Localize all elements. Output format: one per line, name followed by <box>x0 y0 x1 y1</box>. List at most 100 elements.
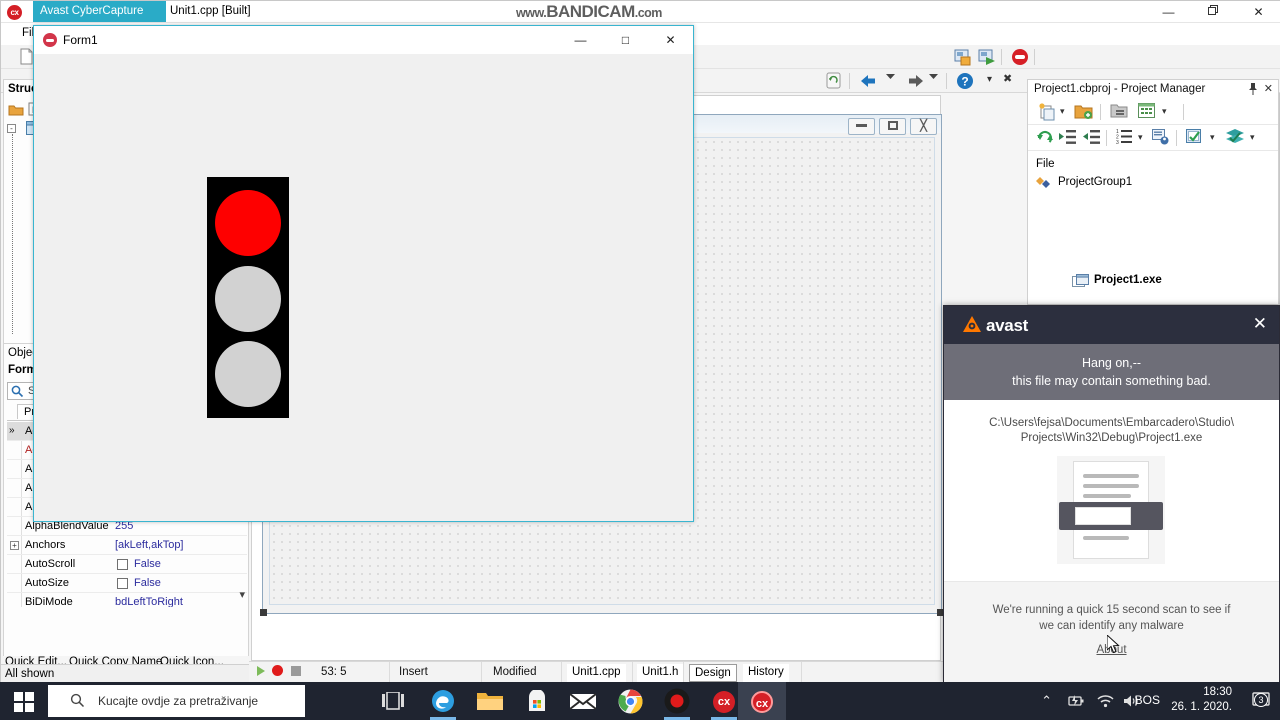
insert-mode: Insert <box>399 666 428 678</box>
clock-date[interactable]: 26. 1. 2020. <box>1166 701 1232 713</box>
refresh-icon[interactable] <box>825 72 843 90</box>
panel-menu-icon[interactable]: ▾ <box>987 74 992 85</box>
battery-icon[interactable] <box>1067 694 1085 711</box>
property-name: AutoScroll <box>25 558 76 570</box>
build-config-icon[interactable] <box>1138 103 1155 121</box>
form1-close-button[interactable]: ✕ <box>648 26 693 54</box>
clock-time[interactable]: 18:30 <box>1166 686 1232 698</box>
folder-view-icon[interactable] <box>1110 103 1128 122</box>
action-center-icon[interactable]: 3 <box>1252 691 1272 711</box>
ide-close-button[interactable]: ✕ <box>1236 1 1280 23</box>
property-checkbox[interactable] <box>117 559 128 570</box>
taskbar-app-microsoft-store[interactable] <box>514 682 560 720</box>
add-folder-icon[interactable] <box>1074 103 1093 123</box>
expand-all-icon[interactable] <box>1059 129 1077 148</box>
project-manager-file-header: File <box>1036 158 1055 170</box>
navigate-back-icon[interactable] <box>861 72 885 90</box>
taskbar-app-file-explorer[interactable] <box>467 682 513 720</box>
form1-minimize-button[interactable]: — <box>558 26 603 54</box>
ide-maximize-button[interactable] <box>1191 1 1236 23</box>
ide-minimize-button[interactable]: — <box>1146 1 1191 23</box>
notification-count-badge: 3 <box>1254 693 1268 707</box>
taskbar-search-input[interactable]: Kucajte ovdje za pretraživanje <box>48 685 305 717</box>
avast-dialog-footer: We're running a quick 15 second scan to … <box>944 581 1279 682</box>
property-checkbox[interactable] <box>117 578 128 589</box>
avast-cybercapture-tab[interactable]: Avast CyberCapture <box>33 1 166 22</box>
taskbar-app-edge[interactable] <box>420 682 466 720</box>
property-row[interactable]: AutoSize False <box>7 574 247 593</box>
cppbuilder-app-icon: cx <box>7 5 22 20</box>
traffic-light-yellow[interactable] <box>215 266 281 332</box>
form1-window[interactable]: Form1 — □ ✕ <box>33 25 694 522</box>
design-resize-handle-bl[interactable] <box>260 609 267 616</box>
design-form-minimize-button[interactable] <box>848 118 875 135</box>
structure-toolbar-icon[interactable] <box>8 102 24 119</box>
wifi-icon[interactable] <box>1097 694 1114 711</box>
taskview-button[interactable] <box>370 682 416 720</box>
taskbar-app-mail[interactable] <box>560 682 606 720</box>
stop-debug-icon[interactable] <box>1011 48 1029 66</box>
help-icon[interactable]: ? <box>956 72 974 90</box>
tree-item-label: Project1.exe <box>1094 274 1162 286</box>
build-dropdown-icon[interactable]: ▾ <box>1210 132 1215 143</box>
svg-text:?: ? <box>961 75 968 89</box>
sort-dropdown-icon[interactable]: ▾ <box>1138 132 1143 143</box>
record-breakpoint-icon[interactable] <box>272 665 283 676</box>
tree-item-project1-exe[interactable]: Project1.exe <box>1072 274 1162 287</box>
taskbar-search-placeholder: Kucajte ovdje za pretraživanje <box>98 694 259 708</box>
traffic-light-red[interactable] <box>215 190 281 256</box>
run-icon[interactable] <box>257 666 265 676</box>
stop-icon[interactable] <box>291 666 301 676</box>
property-value: False <box>134 577 161 589</box>
avast-file-scan-icon <box>1057 456 1165 564</box>
editor-tab-design[interactable]: Design <box>689 664 737 682</box>
editor-tab-unit1-h[interactable]: Unit1.h <box>637 664 684 682</box>
property-row[interactable]: BiDiMode bdLeftToRight <box>7 593 247 607</box>
taskbar-app-chrome[interactable] <box>607 682 653 720</box>
form1-maximize-button[interactable]: □ <box>603 26 648 54</box>
editor-tab-unit1-cpp-built[interactable]: Unit1.cpp [Built] <box>170 5 251 17</box>
new-item-dropdown-icon[interactable]: ▾ <box>1060 106 1065 117</box>
sort-list-icon[interactable]: 123 <box>1116 129 1133 148</box>
project-manager-close-icon[interactable]: ✕ <box>1264 82 1273 95</box>
show-hidden-icons-chevron[interactable]: ⌃ <box>1041 693 1052 709</box>
panel-close-icon[interactable]: ✖ <box>1003 72 1012 85</box>
taskbar-app-cppbuilder-2[interactable]: cx <box>738 682 786 720</box>
avast-file-path-line2: Projects\Win32\Debug\Project1.exe <box>1020 432 1203 444</box>
collapse-all-icon[interactable] <box>1083 129 1101 148</box>
editor-tab-history[interactable]: History <box>743 664 789 682</box>
deploy-icon[interactable] <box>1152 129 1169 148</box>
tree-item-projectgroup1[interactable]: ProjectGroup1 <box>1036 176 1132 188</box>
pin-icon[interactable] <box>1248 83 1258 98</box>
refresh-icon[interactable] <box>1036 129 1054 149</box>
bandicam-prefix: www. <box>516 6 547 20</box>
property-expand-icon[interactable]: + <box>10 541 19 550</box>
design-form-close-button[interactable]: ╳ <box>910 118 937 135</box>
apply-layout-icon[interactable] <box>978 48 996 66</box>
back-dropdown-icon[interactable] <box>886 72 896 90</box>
property-row[interactable]: + Anchors [akLeft,akTop] <box>7 536 247 555</box>
editor-tab-unit1-cpp[interactable]: Unit1.cpp <box>567 664 626 682</box>
new-item-icon[interactable] <box>1038 103 1056 124</box>
design-form-maximize-button[interactable] <box>879 118 906 135</box>
property-grid-scroll-down[interactable]: ▾ <box>239 588 245 601</box>
taskbar-app-bandicam[interactable] <box>654 682 700 720</box>
avast-dialog-header: avast ✕ <box>944 306 1279 344</box>
layers-check-icon[interactable] <box>1226 129 1244 148</box>
build-config-dropdown-icon[interactable]: ▾ <box>1162 106 1167 117</box>
form1-title-bar[interactable]: Form1 — □ ✕ <box>34 26 693 54</box>
start-button[interactable] <box>0 682 48 720</box>
property-row[interactable]: AutoScroll False <box>7 555 247 574</box>
form1-client-area[interactable] <box>34 54 693 521</box>
navigate-forward-icon[interactable] <box>901 72 925 90</box>
build-icon[interactable] <box>1186 129 1203 148</box>
traffic-light-widget[interactable] <box>207 177 289 418</box>
traffic-light-green[interactable] <box>215 341 281 407</box>
save-layout-icon[interactable] <box>954 48 972 66</box>
structure-tree-expander[interactable]: - <box>7 122 16 134</box>
forward-dropdown-icon[interactable] <box>929 72 939 90</box>
avast-dialog-close-button[interactable]: ✕ <box>1253 314 1267 334</box>
language-indicator[interactable]: BOS <box>1135 693 1160 707</box>
layers-dropdown-icon[interactable]: ▾ <box>1250 132 1255 143</box>
avast-cybercapture-dialog[interactable]: avast ✕ Hang on,-- this file may contain… <box>943 305 1280 683</box>
